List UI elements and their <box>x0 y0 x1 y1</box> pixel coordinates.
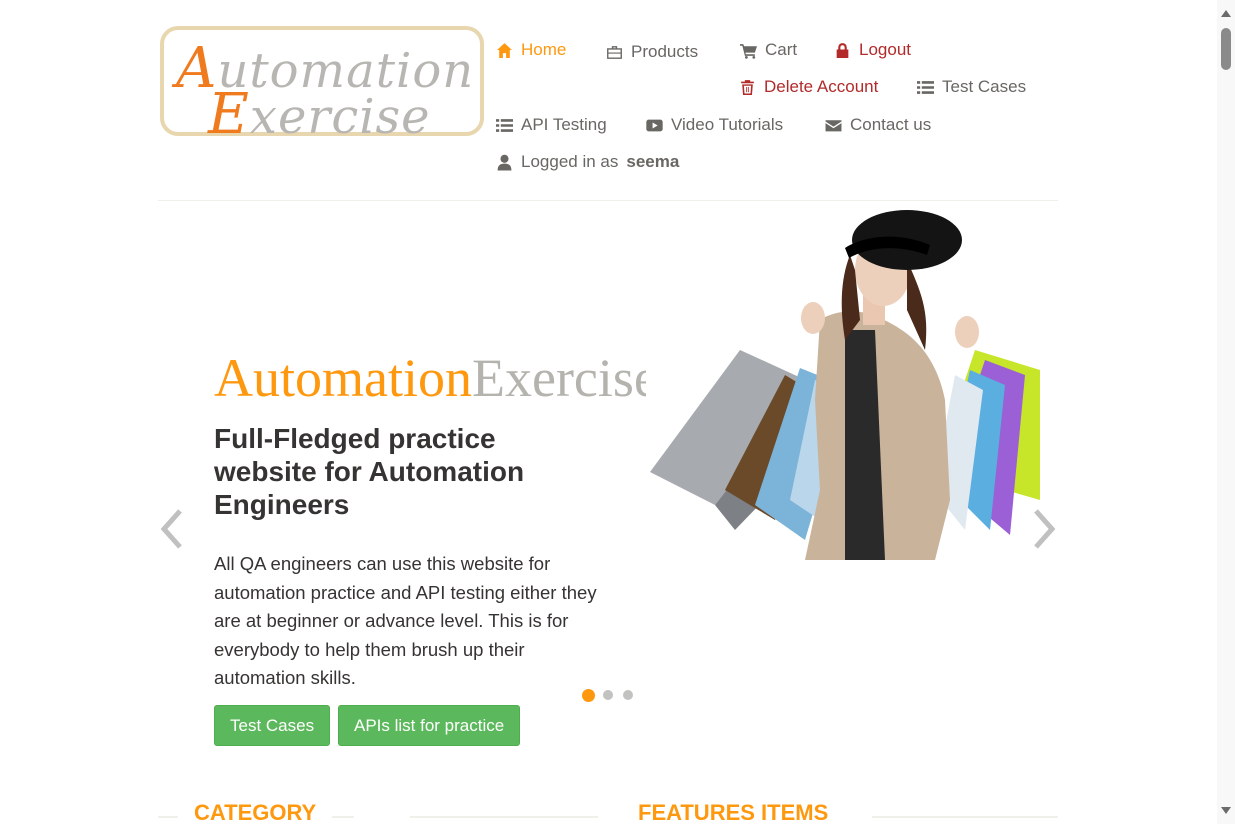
trash-icon <box>741 79 754 95</box>
scroll-up-icon[interactable] <box>1220 8 1232 20</box>
nav-video-tutorials-label: Video Tutorials <box>671 115 784 134</box>
logged-in-prefix: Logged in as <box>521 152 619 171</box>
list-icon <box>917 80 934 94</box>
page-scrollbar[interactable] <box>1217 0 1235 824</box>
page: Automation Exercise Home Products Cart L… <box>0 0 1217 824</box>
apis-list-button[interactable]: APIs list for practice <box>338 705 521 746</box>
list-icon <box>496 118 513 132</box>
slider-brand: AutomationExercise <box>214 348 646 408</box>
logo-line-2: Exercise <box>208 82 431 147</box>
nav-cart[interactable]: Cart <box>740 40 797 60</box>
nav-logout[interactable]: Logout <box>834 40 911 60</box>
home-icon <box>497 42 512 58</box>
nav-test-cases[interactable]: Test Cases <box>917 77 1026 97</box>
site-logo[interactable]: Automation Exercise <box>160 26 484 147</box>
nav-home-label: Home <box>521 40 567 59</box>
hero-shopping-woman-image <box>650 210 1040 560</box>
scroll-down-icon[interactable] <box>1220 804 1232 816</box>
briefcase-icon <box>607 45 622 59</box>
cart-icon <box>740 43 757 59</box>
user-icon <box>497 154 512 170</box>
slider-description: All QA engineers can use this website fo… <box>214 553 597 689</box>
nav-contact-us[interactable]: Contact us <box>825 115 931 135</box>
lock-icon <box>836 42 849 58</box>
nav-api-testing-label: API Testing <box>521 115 607 134</box>
category-heading: CATEGORY <box>178 800 333 824</box>
nav-logout-label: Logout <box>859 40 911 59</box>
carousel-next-arrow-icon[interactable] <box>1028 505 1060 553</box>
nav-test-cases-label: Test Cases <box>942 77 1027 96</box>
features-items-heading: FEATURES ITEMS <box>622 800 845 824</box>
nav-cart-label: Cart <box>765 40 798 59</box>
nav-video-tutorials[interactable]: Video Tutorials <box>646 115 783 135</box>
nav-api-testing[interactable]: API Testing <box>496 115 607 135</box>
nav-delete-account-label: Delete Account <box>764 77 879 96</box>
nav-delete-account[interactable]: Delete Account <box>739 77 878 97</box>
carousel-prev-arrow-icon[interactable] <box>156 505 188 553</box>
logged-in-status: Logged in as seema <box>496 152 679 172</box>
features-divider-right <box>872 816 1058 818</box>
test-cases-button[interactable]: Test Cases <box>214 705 331 746</box>
nav-products-label: Products <box>631 42 699 61</box>
envelope-icon <box>825 119 842 131</box>
carousel-dot-2[interactable] <box>603 690 613 700</box>
scrollbar-thumb[interactable] <box>1221 28 1231 70</box>
features-divider-left <box>410 816 598 818</box>
carousel-dot-1[interactable] <box>582 689 595 702</box>
logged-in-username: seema <box>626 152 680 171</box>
nav-home[interactable]: Home <box>496 40 566 60</box>
carousel-dot-3[interactable] <box>623 690 633 700</box>
nav-contact-us-label: Contact us <box>850 115 932 134</box>
nav-products[interactable]: Products <box>606 42 698 62</box>
youtube-play-icon <box>646 119 663 131</box>
slider-headline: Full-Fledged practice website for Automa… <box>214 423 525 520</box>
